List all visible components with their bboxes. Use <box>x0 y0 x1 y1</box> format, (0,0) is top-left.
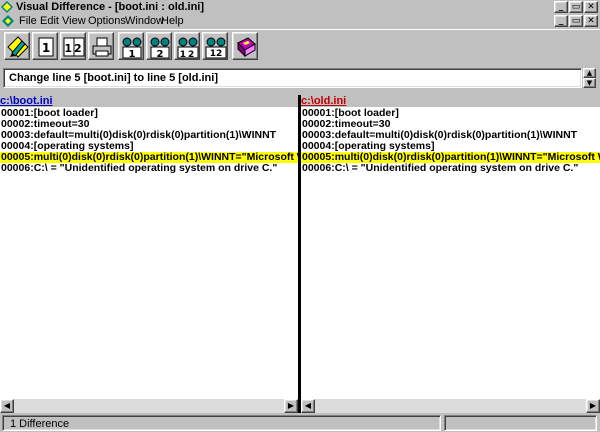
find-in-both-button[interactable]: 12 <box>174 32 200 60</box>
two-documents-icon: 12 <box>63 37 85 57</box>
difference-selector[interactable]: Change line 5 [boot.ini] to line 5 [old.… <box>3 68 582 88</box>
restore-button[interactable]: ▭ <box>569 1 583 13</box>
help-book-icon <box>237 37 256 58</box>
svg-text:1: 1 <box>42 41 50 55</box>
file-line[interactable]: 00006:C:\ = "Unidentified operating syst… <box>301 163 600 174</box>
left-file-pane[interactable]: c:\boot.ini 00001:[boot loader] 00002:tim… <box>0 95 298 413</box>
binoculars-icon: 12 <box>177 37 199 59</box>
binoculars-icon: 1 <box>122 37 142 59</box>
print-button[interactable] <box>88 32 114 60</box>
menu-bar: File Edit View Options Window Help _ ▭ ✕ <box>0 14 600 28</box>
child-minimize-button[interactable]: _ <box>554 15 568 27</box>
view-file-1-button[interactable]: 1 <box>32 32 58 60</box>
right-file-lines[interactable]: 00001:[boot loader] 00002:timeout=30 00003… <box>301 108 600 399</box>
scroll-left-arrow-icon[interactable]: ◀ <box>0 399 14 413</box>
view-both-files-button[interactable]: 12 <box>60 32 86 60</box>
status-bar: 1 Difference <box>0 414 600 432</box>
left-file-lines[interactable]: 00001:[boot loader] 00002:timeout=30 00003… <box>0 108 298 399</box>
toolbar: 1 12 1 2 12 12 <box>0 29 600 63</box>
menu-options[interactable]: Options <box>88 14 126 28</box>
status-extra-cell <box>444 415 597 431</box>
minimize-button[interactable]: _ <box>554 1 568 13</box>
window-title: Visual Difference - [boot.ini : old.ini] <box>16 1 205 13</box>
help-button[interactable] <box>232 32 258 60</box>
menu-help[interactable]: Help <box>161 14 184 28</box>
svg-text:1: 1 <box>129 49 136 59</box>
scroll-right-arrow-icon[interactable]: ▶ <box>586 399 600 413</box>
right-file-path: c:\old.ini <box>301 95 600 107</box>
right-horizontal-scrollbar[interactable]: ◀ ▶ <box>301 399 600 413</box>
difference-spinner[interactable]: ▲ ▼ <box>583 68 596 88</box>
scroll-right-arrow-icon[interactable]: ▶ <box>284 399 298 413</box>
visual-difference-app-icon[interactable] <box>1 1 13 13</box>
find-diff-button[interactable]: 12 <box>202 32 228 60</box>
svg-text:2: 2 <box>157 49 164 59</box>
title-bar: Visual Difference - [boot.ini : old.ini]… <box>0 0 600 14</box>
pencil-diamond-icon <box>7 36 29 58</box>
difference-selector-value: Change line 5 [boot.ini] to line 5 [old.… <box>9 72 218 84</box>
svg-text:12: 12 <box>64 42 83 55</box>
binoculars-icon: 2 <box>150 37 170 59</box>
child-close-button[interactable]: ✕ <box>584 15 598 27</box>
compare-files-button[interactable] <box>4 32 30 60</box>
menu-edit[interactable]: Edit <box>40 14 59 28</box>
binoculars-icon: 12 <box>205 37 227 59</box>
file-line[interactable]: 00006:C:\ = "Unidentified operating syst… <box>0 163 298 174</box>
right-file-pane[interactable]: c:\old.ini 00001:[boot loader] 00002:time… <box>301 95 600 413</box>
close-button[interactable]: ✕ <box>584 1 598 13</box>
child-restore-button[interactable]: ▭ <box>569 15 583 27</box>
svg-text:12: 12 <box>210 49 223 59</box>
next-difference-arrow-icon[interactable]: ▼ <box>583 78 596 88</box>
menu-window[interactable]: Window <box>125 14 164 28</box>
find-in-file-1-button[interactable]: 1 <box>118 32 144 60</box>
left-horizontal-scrollbar[interactable]: ◀ ▶ <box>0 399 298 413</box>
status-message-cell: 1 Difference <box>2 415 441 431</box>
previous-difference-arrow-icon[interactable]: ▲ <box>583 68 596 78</box>
one-document-icon: 1 <box>38 37 54 57</box>
document-window-icon[interactable] <box>2 15 14 27</box>
left-file-path: c:\boot.ini <box>0 95 298 107</box>
menu-view[interactable]: View <box>62 14 86 28</box>
printer-icon <box>92 37 112 57</box>
menu-file[interactable]: File <box>19 14 37 28</box>
find-in-file-2-button[interactable]: 2 <box>146 32 172 60</box>
status-message: 1 Difference <box>10 418 70 430</box>
svg-text:12: 12 <box>180 50 197 59</box>
scroll-left-arrow-icon[interactable]: ◀ <box>301 399 315 413</box>
